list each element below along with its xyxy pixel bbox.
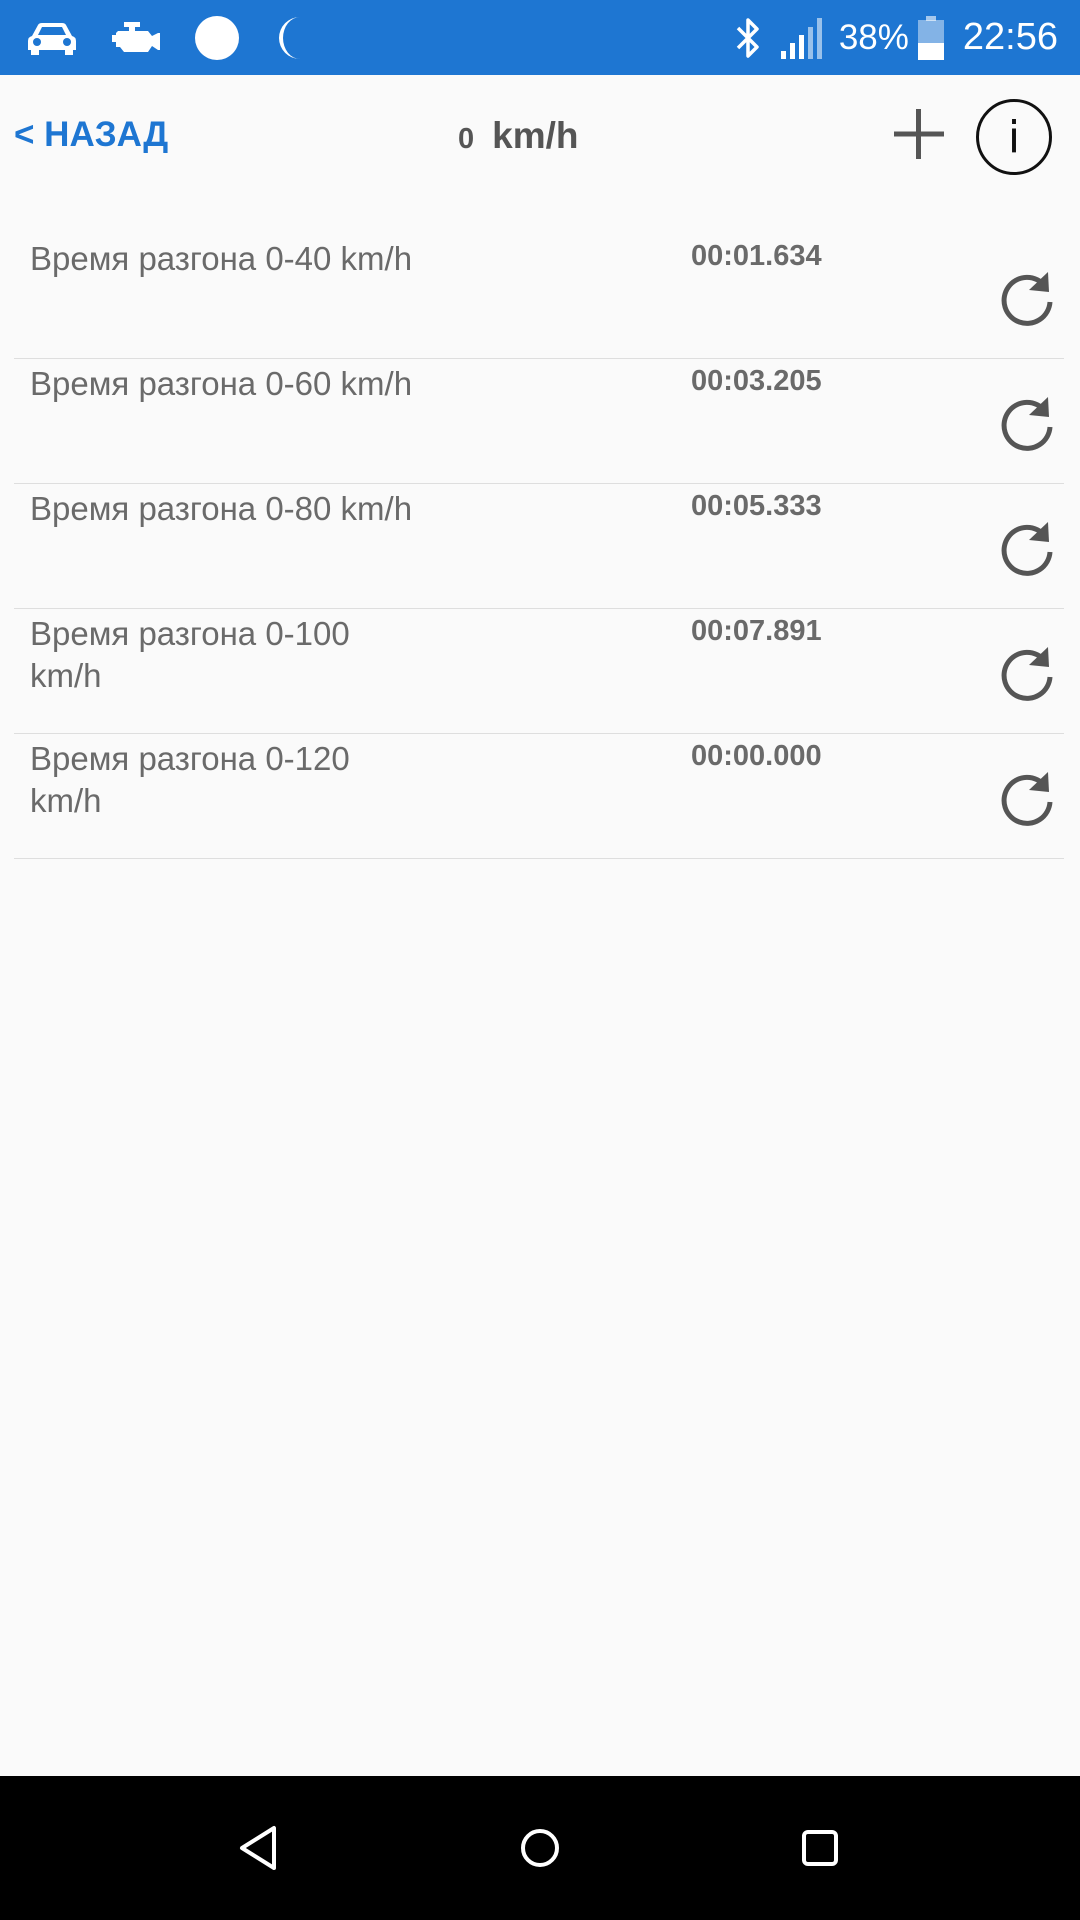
result-time: 00:01.634 bbox=[691, 240, 822, 272]
result-time: 00:05.333 bbox=[691, 490, 822, 522]
list-item: Время разгона 0-100 km/h 00:07.891 bbox=[14, 609, 1064, 734]
back-button[interactable]: < НАЗАД bbox=[14, 115, 168, 155]
refresh-icon bbox=[1001, 272, 1053, 326]
refresh-icon bbox=[1001, 397, 1053, 451]
result-label: Время разгона 0-100 km/h bbox=[30, 615, 350, 694]
nav-back-button[interactable] bbox=[230, 1818, 290, 1878]
refresh-icon bbox=[1001, 522, 1053, 576]
moon-icon bbox=[272, 15, 306, 61]
status-left-icons bbox=[26, 0, 338, 75]
result-label: Время разгона 0-120 km/h bbox=[30, 740, 350, 819]
reset-button[interactable] bbox=[996, 393, 1058, 455]
home-circle-icon bbox=[521, 1829, 559, 1867]
clock: 22:56 bbox=[962, 16, 1058, 58]
info-icon: i bbox=[1007, 111, 1021, 163]
back-triangle-icon bbox=[240, 1826, 276, 1870]
reset-button[interactable] bbox=[996, 643, 1058, 705]
reset-button[interactable] bbox=[996, 268, 1058, 330]
add-button[interactable] bbox=[890, 105, 948, 163]
reset-button[interactable] bbox=[996, 768, 1058, 830]
list-item: Время разгона 0-60 km/h 00:03.205 bbox=[14, 359, 1064, 484]
acceleration-results-list: Время разгона 0-40 km/h 00:01.634 Время … bbox=[14, 234, 1064, 859]
circle-icon bbox=[194, 15, 240, 61]
speed-value: 0 bbox=[458, 123, 475, 155]
engine-icon bbox=[110, 20, 162, 56]
plus-icon bbox=[894, 109, 944, 159]
recents-square-icon bbox=[802, 1830, 838, 1866]
battery-icon bbox=[917, 15, 945, 61]
list-item: Время разгона 0-40 km/h 00:01.634 bbox=[14, 234, 1064, 359]
battery-percentage: 38% bbox=[838, 17, 909, 57]
reset-button[interactable] bbox=[996, 518, 1058, 580]
result-label: Время разгона 0-80 km/h bbox=[30, 490, 413, 527]
result-label: Время разгона 0-40 km/h bbox=[30, 240, 413, 277]
info-button[interactable]: i bbox=[976, 99, 1052, 175]
signal-icon bbox=[779, 15, 827, 61]
nav-home-button[interactable] bbox=[510, 1818, 570, 1878]
refresh-icon bbox=[1001, 772, 1053, 826]
nav-recents-button[interactable] bbox=[790, 1818, 850, 1878]
navigation-bar bbox=[0, 1776, 1080, 1920]
bluetooth-icon bbox=[733, 16, 763, 60]
top-bar: < НАЗАД 0 km/h i bbox=[0, 75, 1080, 197]
result-time: 00:00.000 bbox=[691, 740, 822, 772]
status-bar: 38% 22:56 bbox=[0, 0, 1080, 75]
result-time: 00:03.205 bbox=[691, 365, 822, 397]
list-item: Время разгона 0-120 km/h 00:00.000 bbox=[14, 734, 1064, 859]
list-item: Время разгона 0-80 km/h 00:05.333 bbox=[14, 484, 1064, 609]
result-time: 00:07.891 bbox=[691, 615, 822, 647]
speed-display: 0 km/h bbox=[458, 115, 579, 157]
car-icon bbox=[26, 20, 78, 56]
speed-unit: km/h bbox=[492, 115, 579, 156]
refresh-icon bbox=[1001, 647, 1053, 701]
status-right-icons: 38% 22:56 bbox=[717, 0, 1058, 75]
result-label: Время разгона 0-60 km/h bbox=[30, 365, 413, 402]
